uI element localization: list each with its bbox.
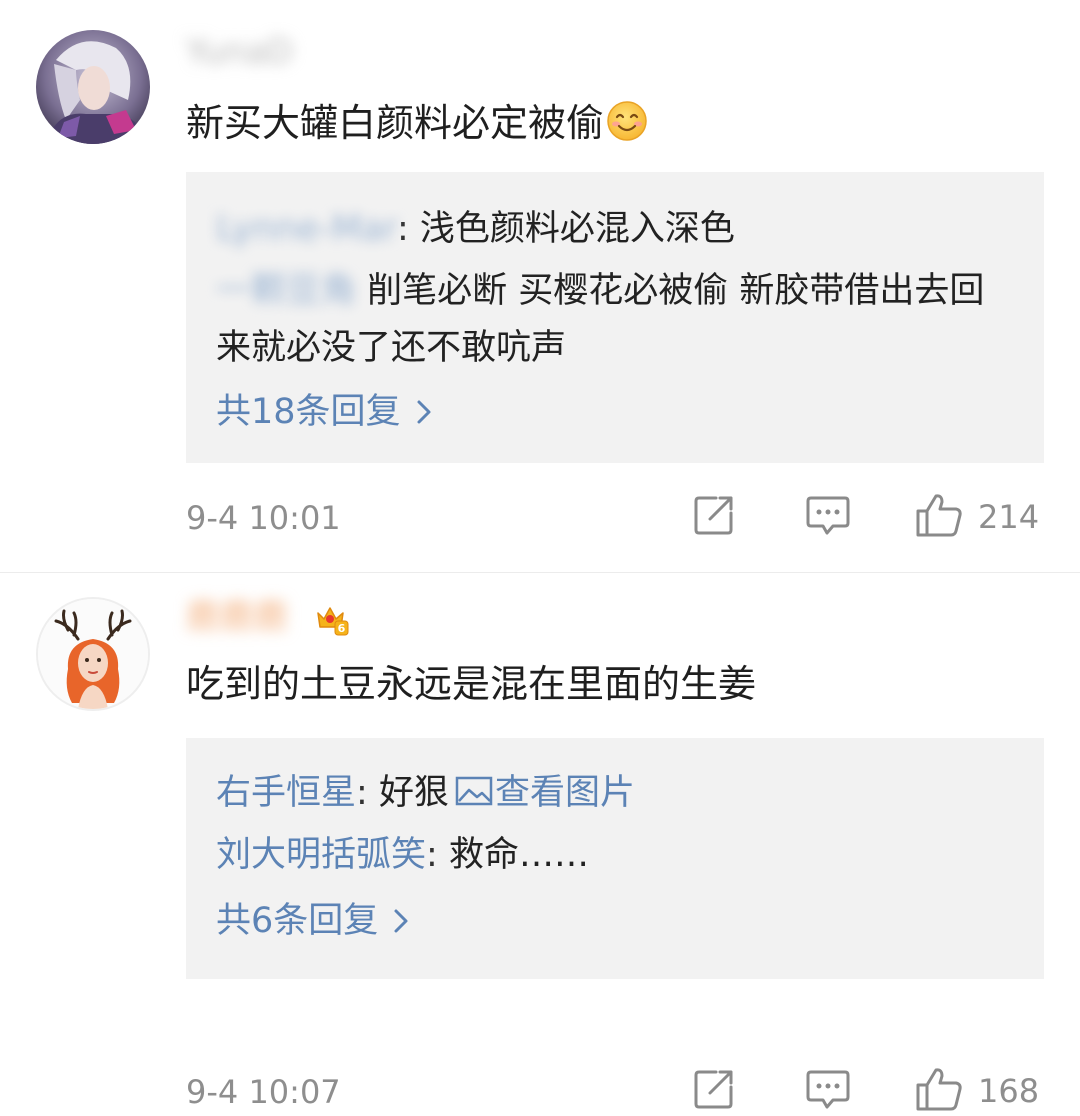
like-count: 168 [978,1072,1040,1110]
reply-username[interactable]: 右手恒星 [216,773,356,813]
like-count: 214 [978,498,1040,536]
avatar[interactable] [36,30,150,144]
like-button[interactable]: 214 [914,492,1048,542]
more-replies-link[interactable]: 共18条回复 [216,379,1016,445]
like-button[interactable]: 168 [914,1066,1048,1116]
share-button[interactable] [690,1066,738,1116]
reply-line: 右手恒星: 好狠 查看图片 [216,762,1016,824]
chevron-right-icon [415,381,433,424]
avatar[interactable] [36,597,150,711]
reply-username[interactable]: 刘大明括弧笑 [216,835,426,875]
smile-emoji-icon [606,100,648,142]
reply-button[interactable] [804,1066,852,1116]
more-replies-label: 共6条回复 [216,901,379,941]
timestamp: 9-4 10:01 [186,499,341,537]
reply-colon: : [356,773,368,813]
reply-line: 刘大明括弧笑: 救命…… [216,824,1016,886]
reply-preview-box[interactable]: 右手恒星: 好狠 查看图片 刘大明括弧笑: 救命…… 共6条回复 [186,738,1044,979]
reply-text: 浅色颜料必混入深色 [419,209,735,249]
timestamp: 9-4 10:07 [186,1073,341,1111]
reply-username[interactable]: Lynne-Mar [216,209,397,249]
thumbs-up-icon [914,1066,964,1116]
username[interactable]: YunaD [186,32,293,72]
comment-body: 新买大罐白颜料必定被偷 [186,101,605,145]
comment-item: 鹿鹿鹿 6 吃到的土豆永远是混在里面的生姜 右手恒星: 好狠 查看图片 刘大明括弧… [0,575,1080,1111]
vip-crown-icon[interactable]: 6 [314,601,350,637]
reply-colon: : [396,209,409,249]
chevron-right-icon [392,890,410,933]
comment-text: 吃到的土豆永远是混在里面的生姜 [186,662,757,706]
comment-bubble-icon [805,493,851,541]
view-picture-link[interactable]: 查看图片 [495,773,635,813]
more-replies-label: 共18条回复 [216,392,401,432]
reply-text: 好狠 [378,773,449,813]
thumbs-up-icon [914,492,964,542]
share-icon [692,1067,736,1115]
more-replies-link[interactable]: 共6条回复 [216,888,1016,954]
share-button[interactable] [690,492,738,542]
comment-text: 新买大罐白颜料必定被偷 [186,98,648,148]
divider [0,572,1080,573]
reply-preview-box[interactable]: Lynne-Mar: 浅色颜料必混入深色 一颗豆角 削笔必断 买樱花必被偷 新胶… [186,172,1044,463]
reply-button[interactable] [804,492,852,542]
username[interactable]: 鹿鹿鹿 [186,597,288,637]
reply-text: 救命…… [448,835,589,875]
reply-username[interactable]: 一颗豆角 [216,271,356,311]
reply-colon: : [426,835,438,875]
reply-line: Lynne-Mar: 浅色颜料必混入深色 [216,198,1016,260]
share-icon [692,493,736,541]
comment-bubble-icon [805,1067,851,1115]
reply-line: 一颗豆角 削笔必断 买樱花必被偷 新胶带借出去回来就必没了还不敢吭声 [216,260,1016,377]
vip-level: 6 [338,622,346,635]
image-icon [455,764,493,806]
comment-item: YunaD 新买大罐白颜料必定被偷 Lynne-Mar: 浅色颜料必混入深色 一… [0,0,1080,575]
